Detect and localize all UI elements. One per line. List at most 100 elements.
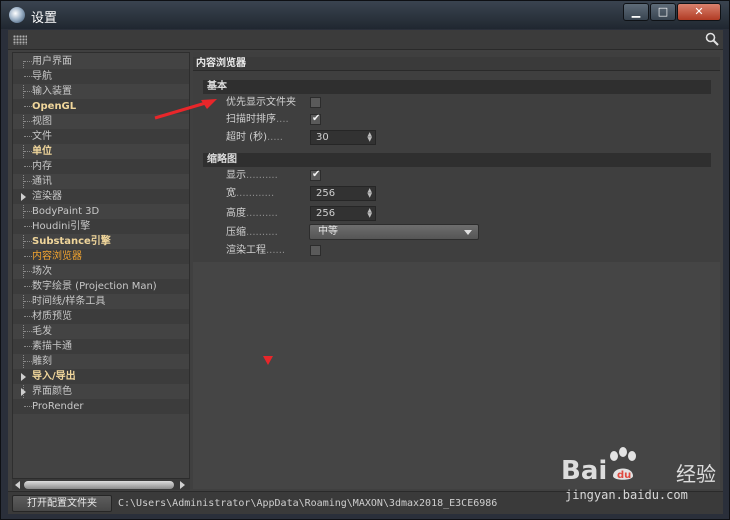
sidebar-item[interactable]: 数字绘景 (Projection Man) xyxy=(13,279,189,294)
sidebar-item-label: 输入装置 xyxy=(32,86,72,97)
panel-title: 内容浏览器 xyxy=(193,57,720,71)
tree-connector xyxy=(24,61,32,62)
tree-connector xyxy=(24,211,32,212)
content-browser-panel: 内容浏览器 基本 优先显示文件夹 扫描时排序.... ✔ 超时 (秒)..... xyxy=(193,52,720,262)
sidebar-item-label: 毛发 xyxy=(32,326,52,337)
sidebar-item[interactable]: 渲染器 xyxy=(13,189,189,204)
sidebar-item-label: 材质预览 xyxy=(32,311,72,322)
sidebar-item[interactable]: Houdini引擎 xyxy=(13,219,189,234)
render-project-checkbox[interactable] xyxy=(310,245,321,256)
app-icon xyxy=(9,7,25,23)
thumbnail-show-checkbox[interactable]: ✔ xyxy=(310,169,321,181)
render-project-label: 渲染工程...... xyxy=(226,245,286,256)
annotation-arrow-icon xyxy=(154,99,217,120)
sidebar-item[interactable]: 场次 xyxy=(13,264,189,279)
expand-arrow-icon[interactable] xyxy=(21,373,26,381)
sidebar-item[interactable]: 单位 xyxy=(13,144,189,159)
tree-connector xyxy=(24,241,32,242)
sort-on-scan-label: 扫描时排序.... xyxy=(226,114,289,125)
timeout-field[interactable]: 30 ▲ ▼ xyxy=(310,130,376,145)
settings-content: 内容浏览器 基本 优先显示文件夹 扫描时排序.... ✔ 超时 (秒)..... xyxy=(193,52,720,489)
sidebar-item-label: 场次 xyxy=(32,266,52,277)
expand-arrow-icon[interactable] xyxy=(21,388,26,396)
triangle-marker-icon xyxy=(263,356,273,365)
minimize-button[interactable]: ▁ xyxy=(623,3,649,21)
sidebar-item[interactable]: Substance引擎 xyxy=(13,234,189,249)
sidebar-item[interactable]: 内容浏览器 xyxy=(13,249,189,264)
sidebar-item[interactable]: BodyPaint 3D xyxy=(13,204,189,219)
tree-connector xyxy=(24,256,32,257)
grip-icon[interactable] xyxy=(13,35,27,45)
expand-arrow-icon[interactable] xyxy=(21,193,26,201)
sidebar-item-label: 单位 xyxy=(32,146,52,157)
tree-connector xyxy=(24,76,32,77)
thumbnail-height-field[interactable]: 256 ▲ ▼ xyxy=(310,206,376,221)
sidebar-item-label: BodyPaint 3D xyxy=(32,206,100,217)
show-folders-first-checkbox[interactable] xyxy=(310,97,321,108)
thumbnail-width-field[interactable]: 256 ▲ ▼ xyxy=(310,186,376,201)
close-button[interactable]: ✕ xyxy=(677,3,721,21)
title-bar[interactable]: 设置 ▁ □ ✕ xyxy=(1,1,729,29)
scroll-right-arrow-icon[interactable] xyxy=(180,481,185,489)
sidebar-item-label: 内存 xyxy=(32,161,52,172)
sidebar-horizontal-scrollbar[interactable] xyxy=(12,478,190,490)
search-icon[interactable] xyxy=(705,32,719,46)
sidebar-item[interactable]: 导航 xyxy=(13,69,189,84)
show-folders-first-label: 优先显示文件夹 xyxy=(226,97,296,108)
sidebar-item-label: 雕刻 xyxy=(32,356,52,367)
sidebar-item[interactable]: 素描卡通 xyxy=(13,339,189,354)
sidebar-item-label: OpenGL xyxy=(32,101,77,112)
tree-connector xyxy=(24,316,32,317)
tree-connector xyxy=(24,106,32,107)
sidebar-item-label: Houdini引擎 xyxy=(32,221,91,232)
sidebar-item-label: 用户界面 xyxy=(32,56,72,67)
tree-connector xyxy=(24,166,32,167)
sort-on-scan-checkbox[interactable]: ✔ xyxy=(310,113,321,125)
open-config-folder-button[interactable]: 打开配置文件夹 xyxy=(12,495,112,512)
thumbnail-width-label: 宽............ xyxy=(226,188,275,199)
tree-connector xyxy=(24,301,32,302)
sidebar-item[interactable]: 毛发 xyxy=(13,324,189,339)
group-basic-header[interactable]: 基本 xyxy=(203,80,711,94)
sidebar-item[interactable]: 导入/导出 xyxy=(13,369,189,384)
thumbnail-height-label: 高度.......... xyxy=(226,208,278,219)
watermark-url: jingyan.baidu.com xyxy=(565,488,688,502)
compression-label: 压缩.......... xyxy=(226,227,278,238)
toolbar xyxy=(8,30,723,50)
tree-connector xyxy=(24,346,32,347)
sidebar-item-label: 渲染器 xyxy=(32,191,62,202)
sidebar-item-label: 数字绘景 (Projection Man) xyxy=(32,281,157,292)
sidebar-item-label: 素描卡通 xyxy=(32,341,72,352)
chevron-down-icon xyxy=(464,230,472,235)
sidebar-item-label: 时间线/样条工具 xyxy=(32,296,106,307)
tree-connector xyxy=(24,91,32,92)
maximize-button[interactable]: □ xyxy=(650,3,676,21)
tree-connector xyxy=(24,121,32,122)
spin-arrows-icon[interactable]: ▲ ▼ xyxy=(367,132,372,143)
check-icon: ✔ xyxy=(312,169,321,180)
sidebar-item[interactable]: 通讯 xyxy=(13,174,189,189)
window-title: 设置 xyxy=(31,11,58,26)
sidebar-item[interactable]: 时间线/样条工具 xyxy=(13,294,189,309)
scroll-thumb[interactable] xyxy=(24,481,174,489)
spin-arrows-icon[interactable]: ▲ ▼ xyxy=(367,188,372,199)
tree-connector xyxy=(24,181,32,182)
spin-arrows-icon[interactable]: ▲ ▼ xyxy=(367,208,372,219)
sidebar-item[interactable]: ProRender xyxy=(13,399,189,414)
tree-connector xyxy=(24,361,32,362)
sidebar-item[interactable]: 内存 xyxy=(13,159,189,174)
sidebar-item[interactable]: 材质预览 xyxy=(13,309,189,324)
compression-dropdown[interactable]: 中等 xyxy=(309,224,479,240)
group-thumbnail-header[interactable]: 缩略图 xyxy=(203,153,711,167)
baidu-jingyan-watermark: Bai du 经验 jingyan.baidu.com xyxy=(561,446,716,506)
check-icon: ✔ xyxy=(312,113,321,124)
sidebar-item[interactable]: 文件 xyxy=(13,129,189,144)
svg-text:du: du xyxy=(617,470,631,481)
sidebar-item[interactable]: 雕刻 xyxy=(13,354,189,369)
sidebar-item[interactable]: 界面颜色 xyxy=(13,384,189,399)
sidebar-item-label: 视图 xyxy=(32,116,52,127)
scroll-left-arrow-icon[interactable] xyxy=(15,481,20,489)
sidebar-item-label: 导入/导出 xyxy=(32,371,76,382)
settings-client: 用户界面导航输入装置 OpenGL 视图文件单位内存通讯渲染器 BodyPaint 3… xyxy=(8,30,723,514)
sidebar-item[interactable]: 用户界面 xyxy=(13,54,189,69)
